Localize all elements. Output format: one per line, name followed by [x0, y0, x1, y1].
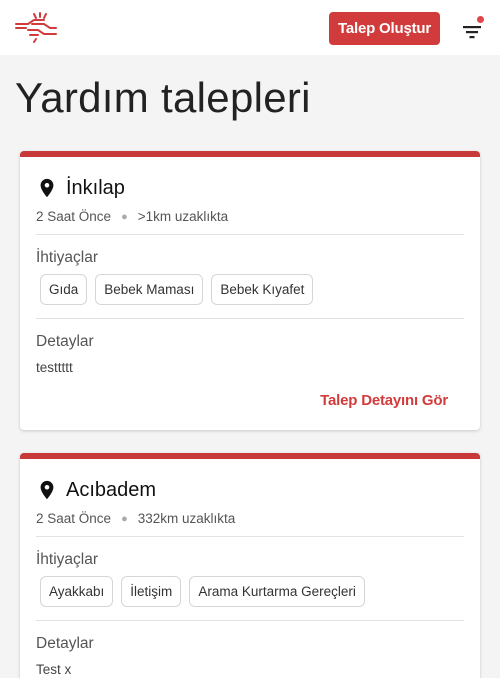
request-distance: 332km uzaklıkta	[137, 511, 236, 526]
request-distance: >1km uzaklıkta	[137, 209, 229, 224]
filter-active-badge	[477, 16, 484, 23]
need-chip: Arama Kurtarma Gereçleri	[189, 576, 365, 607]
request-time: 2 Saat Önce	[36, 209, 112, 224]
request-card: Acıbadem 2 Saat Önce ● 332km uzaklıkta İ…	[20, 453, 480, 678]
separator-dot: ●	[121, 210, 128, 223]
filter-button[interactable]	[460, 16, 486, 40]
details-label: Detaylar	[36, 635, 94, 652]
separator-dot: ●	[121, 512, 128, 525]
needs-chips: Gıda Bebek Maması Bebek Kıyafet	[40, 274, 314, 305]
need-chip: Bebek Maması	[95, 274, 204, 305]
needs-label: İhtiyaçlar	[36, 551, 99, 568]
details-text: testtttt	[36, 360, 73, 375]
request-meta: 2 Saat Önce ● >1km uzaklıkta	[36, 209, 228, 224]
need-chip: Ayakkabı	[40, 576, 114, 607]
request-location: Acıbadem	[66, 478, 157, 501]
view-request-details-link[interactable]: Talep Detayını Gör	[320, 392, 448, 409]
create-request-button[interactable]: Talep Oluştur	[329, 12, 440, 45]
divider	[36, 536, 464, 537]
needs-chips: Ayakkabı İletişim Arama Kurtarma Gereçle…	[40, 576, 365, 607]
request-card: İnkılap 2 Saat Önce ● >1km uzaklıkta İht…	[20, 151, 480, 430]
details-label: Detaylar	[36, 333, 94, 350]
helping-hands-logo-icon[interactable]	[14, 10, 58, 44]
card-header: İnkılap	[36, 173, 125, 203]
location-pin-icon	[40, 480, 54, 500]
need-chip: İletişim	[121, 576, 182, 607]
request-time: 2 Saat Önce	[36, 511, 112, 526]
top-bar: Talep Oluştur	[0, 0, 500, 55]
divider	[36, 234, 464, 235]
card-header: Acıbadem	[36, 475, 156, 505]
request-meta: 2 Saat Önce ● 332km uzaklıkta	[36, 511, 235, 526]
divider	[36, 620, 464, 621]
page-title: Yardım talepleri	[15, 74, 311, 121]
request-location: İnkılap	[66, 176, 125, 199]
need-chip: Bebek Kıyafet	[211, 274, 314, 305]
need-chip: Gıda	[40, 274, 88, 305]
needs-label: İhtiyaçlar	[36, 249, 99, 266]
divider	[36, 318, 464, 319]
location-pin-icon	[40, 178, 54, 198]
details-text: Test x	[36, 662, 72, 677]
